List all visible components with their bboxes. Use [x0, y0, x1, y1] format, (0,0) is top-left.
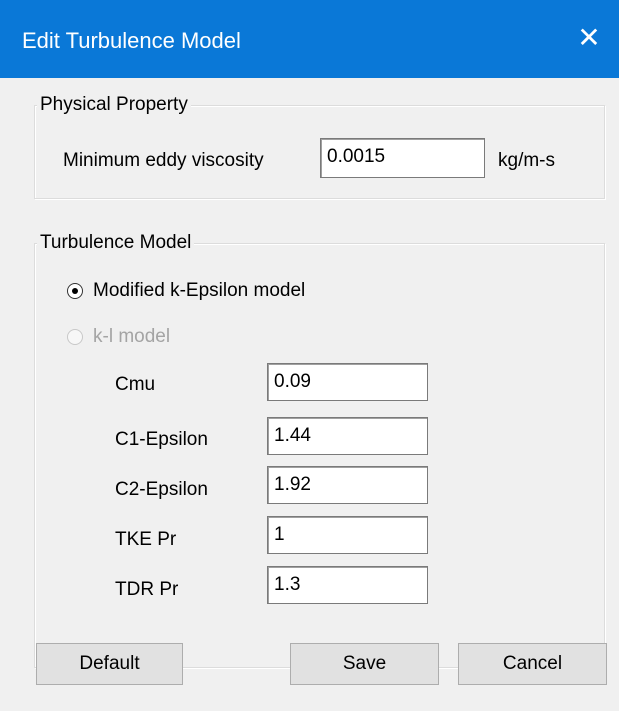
c2-epsilon-input[interactable]: 1.92: [267, 466, 428, 504]
cmu-label: Cmu: [115, 374, 156, 395]
radio-k-l-model[interactable]: k-l model: [67, 326, 170, 348]
tdr-pr-label: TDR Pr: [115, 579, 179, 600]
default-button[interactable]: Default: [36, 643, 183, 685]
tdr-pr-input[interactable]: 1.3: [267, 566, 428, 604]
cancel-button[interactable]: Cancel: [458, 643, 607, 685]
c2-epsilon-label: C2-Epsilon: [115, 479, 208, 500]
physical-property-group-label: Physical Property: [37, 94, 191, 116]
tke-pr-label: TKE Pr: [115, 529, 177, 550]
min-eddy-viscosity-input[interactable]: 0.0015: [320, 138, 485, 178]
tke-pr-input[interactable]: 1: [267, 516, 428, 554]
radio-unselected-icon[interactable]: [67, 329, 83, 345]
physical-property-group: Physical Property Minimum eddy viscosity…: [34, 94, 605, 199]
radio-selected-icon[interactable]: [67, 283, 83, 299]
window-title: Edit Turbulence Model: [22, 28, 241, 53]
min-eddy-viscosity-label: Minimum eddy viscosity: [63, 150, 264, 171]
save-button[interactable]: Save: [290, 643, 439, 685]
min-eddy-viscosity-unit: kg/m-s: [498, 150, 555, 171]
close-icon[interactable]: ✕: [569, 18, 609, 58]
turbulence-model-group: Turbulence Model Modified k-Epsilon mode…: [34, 232, 605, 668]
dialog-client-area: Physical Property Minimum eddy viscosity…: [0, 78, 619, 711]
c1-epsilon-label: C1-Epsilon: [115, 429, 208, 450]
dialog-window: Edit Turbulence Model ✕ Physical Propert…: [0, 0, 619, 711]
c1-epsilon-input[interactable]: 1.44: [267, 417, 428, 455]
turbulence-model-group-label: Turbulence Model: [37, 232, 195, 254]
title-bar: Edit Turbulence Model ✕: [0, 0, 619, 78]
radio-modified-k-epsilon[interactable]: Modified k-Epsilon model: [67, 280, 305, 302]
radio-modified-k-epsilon-label: Modified k-Epsilon model: [93, 280, 306, 301]
radio-k-l-model-label: k-l model: [93, 326, 171, 347]
cmu-input[interactable]: 0.09: [267, 363, 428, 401]
